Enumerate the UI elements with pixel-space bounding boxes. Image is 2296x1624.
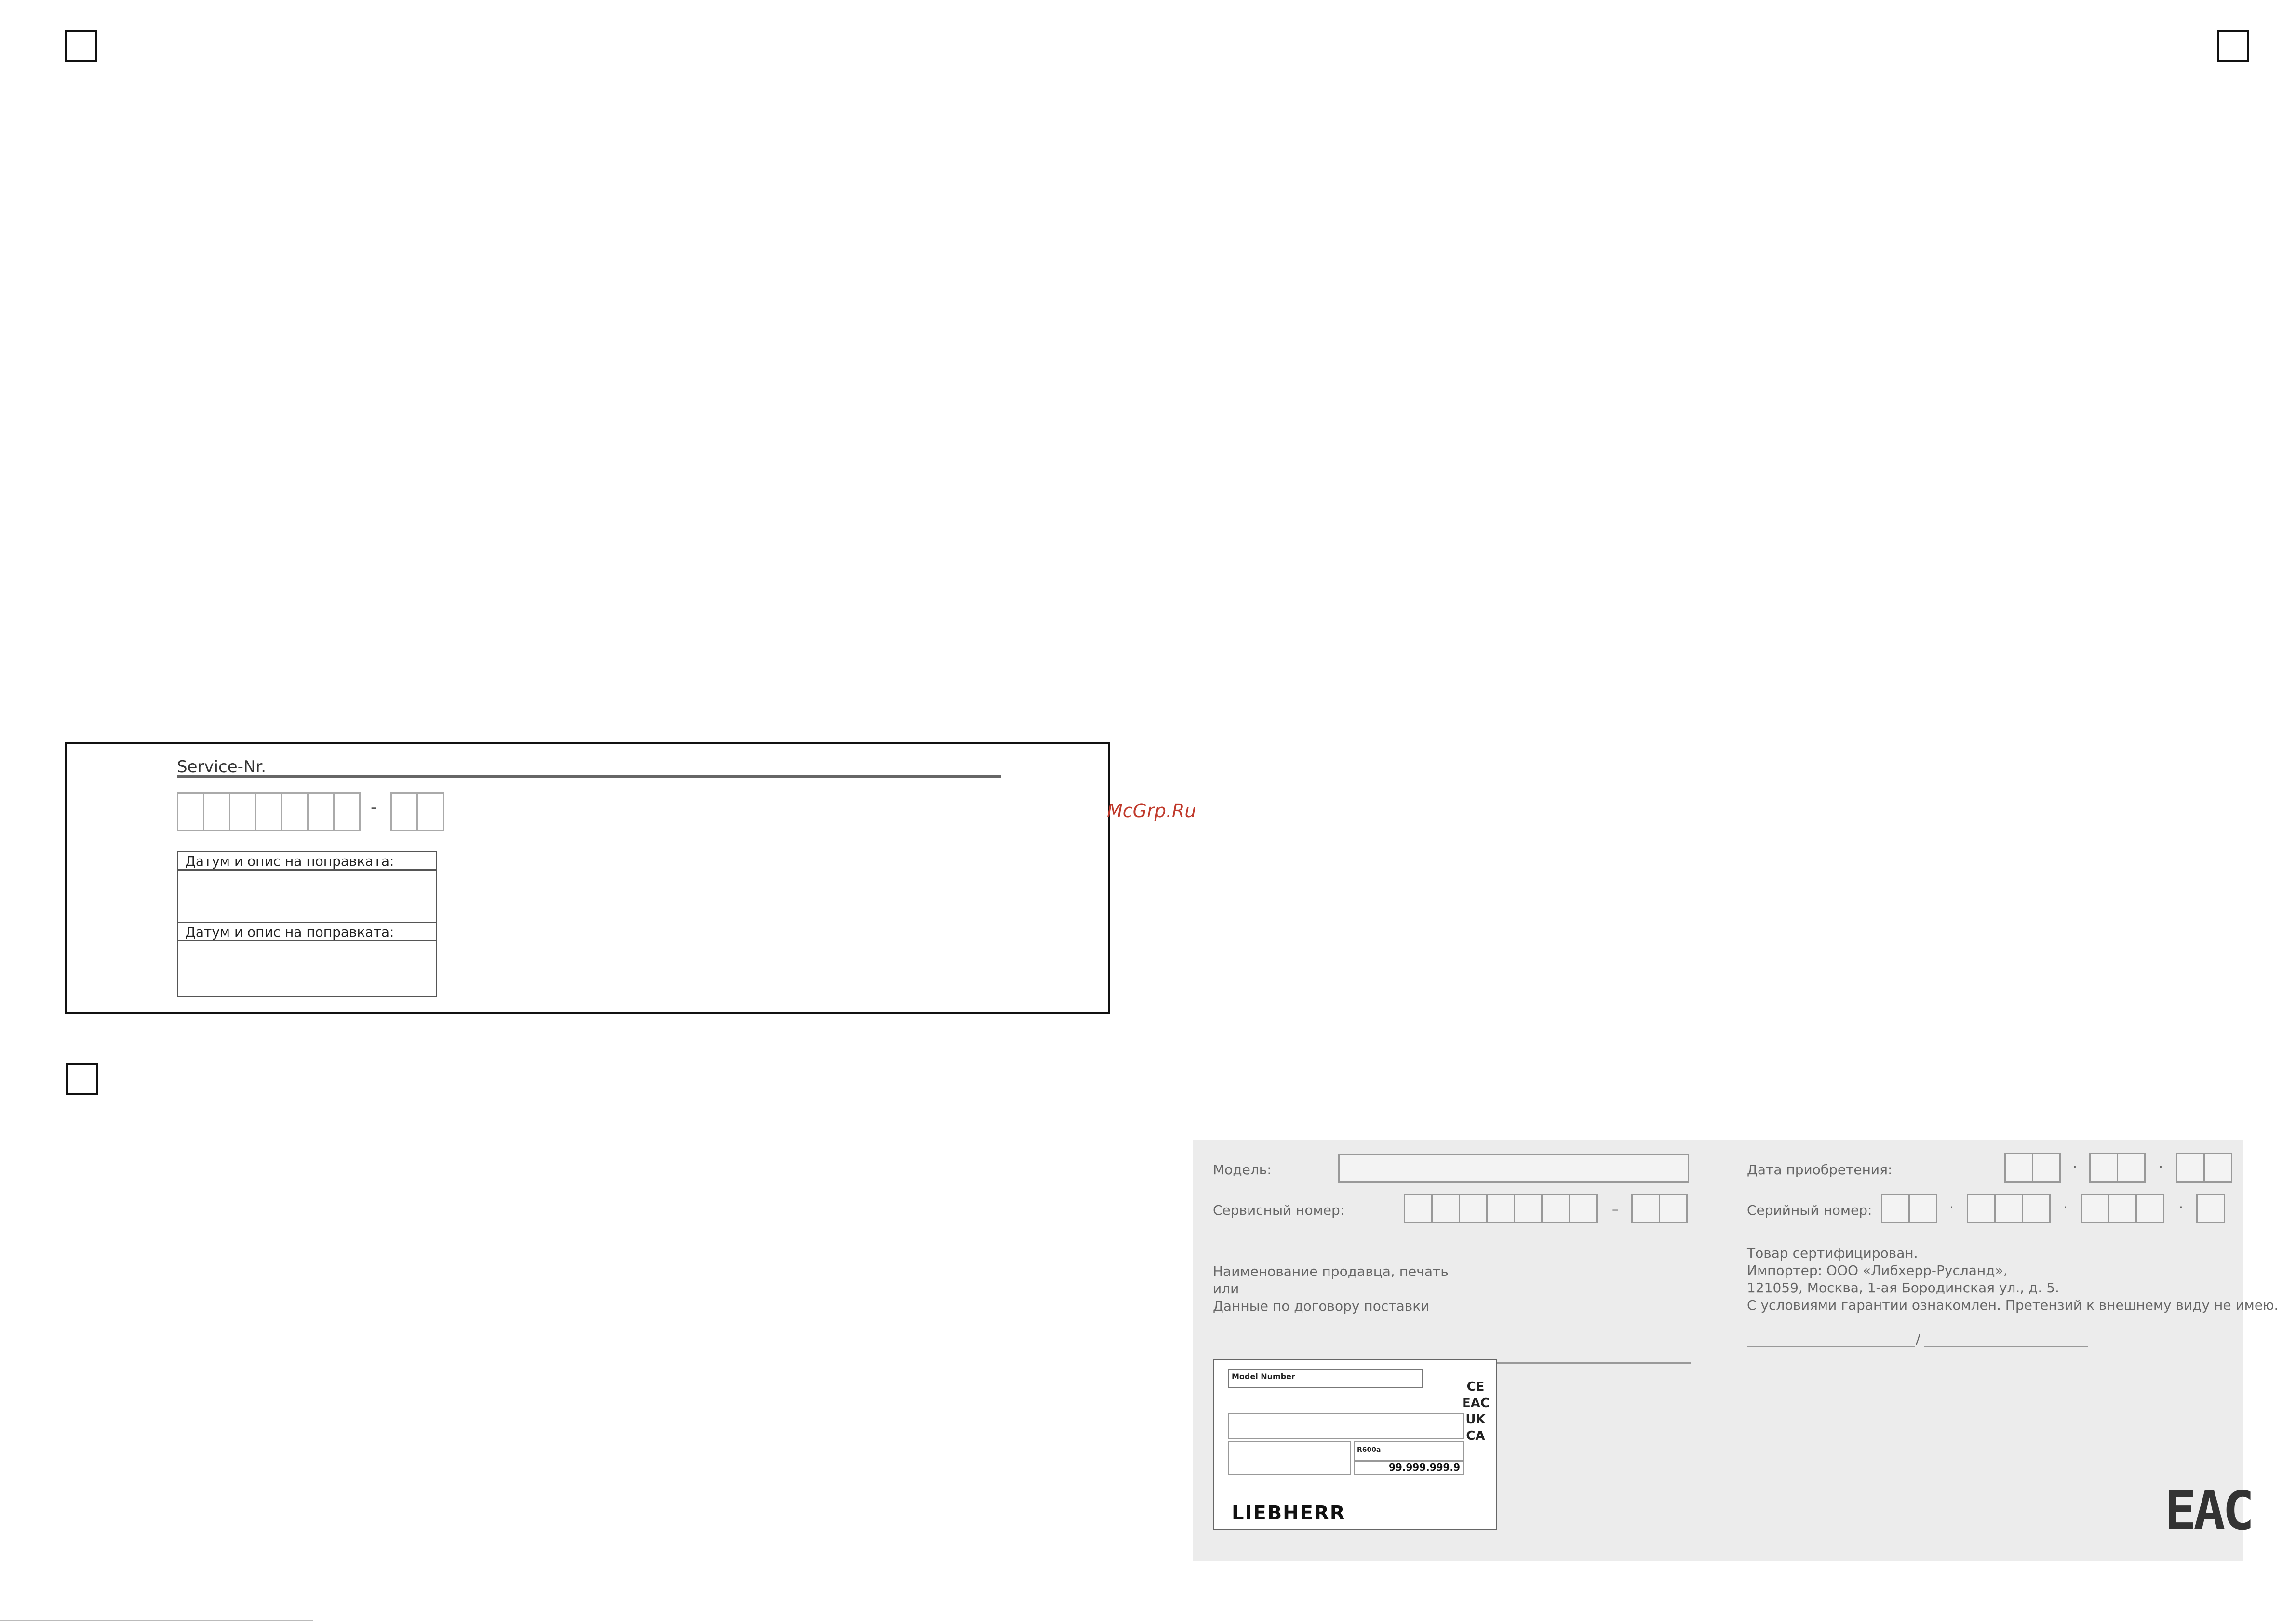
digit-cell[interactable] bbox=[307, 792, 335, 831]
corner-mark-top-left bbox=[65, 30, 97, 62]
digit-cell[interactable] bbox=[416, 792, 444, 831]
service-number-label: Сервисный номер: bbox=[1213, 1202, 1345, 1218]
date-separator: · bbox=[2073, 1159, 2077, 1175]
customer-signature-line[interactable] bbox=[1747, 1346, 1915, 1347]
purchase-date-label: Дата приобретения: bbox=[1747, 1162, 1893, 1178]
digit-cell[interactable] bbox=[1431, 1194, 1460, 1223]
corner-mark-middle-left bbox=[66, 1063, 98, 1095]
model-number-field: Model Number bbox=[1228, 1369, 1423, 1388]
digit-cell[interactable] bbox=[1486, 1194, 1515, 1223]
digit-cell[interactable] bbox=[2032, 1153, 2061, 1183]
digit-cell[interactable] bbox=[203, 792, 230, 831]
uk-mark-icon: UK bbox=[1465, 1412, 1486, 1427]
seller-line: Данные по договору поставки bbox=[1213, 1298, 1430, 1314]
eac-logo-icon: EAC bbox=[2164, 1480, 2255, 1542]
warranty-card: Модель: Сервисный номер: – Наименование … bbox=[1193, 1140, 2278, 1561]
digit-cell[interactable] bbox=[2108, 1194, 2137, 1223]
digit-cell[interactable] bbox=[1404, 1194, 1433, 1223]
service-number-digits bbox=[177, 792, 361, 831]
serial-separator: · bbox=[2179, 1199, 2183, 1215]
digit-cell[interactable] bbox=[1994, 1194, 2023, 1223]
cert-line: С условиями гарантии ознакомлен. Претенз… bbox=[1747, 1297, 2279, 1313]
corner-mark-top-right bbox=[2217, 30, 2249, 62]
cert-line: Товар сертифицирован. bbox=[1747, 1245, 1918, 1261]
digit-cell[interactable] bbox=[1459, 1194, 1488, 1223]
digit-cell[interactable] bbox=[1541, 1194, 1570, 1223]
digit-cell[interactable] bbox=[1514, 1194, 1543, 1223]
serial-number-group-2 bbox=[1967, 1194, 2051, 1223]
digit-cell[interactable] bbox=[333, 792, 361, 831]
serial-number-group-1 bbox=[1881, 1194, 1937, 1223]
digit-cell[interactable] bbox=[1631, 1194, 1660, 1223]
seller-info: Наименование продавца, печать или Данные… bbox=[1213, 1263, 1449, 1315]
purchase-date-year bbox=[2176, 1153, 2232, 1183]
date-separator: · bbox=[2159, 1159, 2163, 1175]
digit-cell[interactable] bbox=[177, 792, 204, 831]
purchase-date-month bbox=[2089, 1153, 2146, 1183]
service-number-dash: - bbox=[371, 798, 377, 817]
serial-separator: · bbox=[2063, 1199, 2068, 1215]
digit-cell[interactable] bbox=[281, 792, 309, 831]
plate-spec-table bbox=[1228, 1441, 1351, 1475]
digit-cell[interactable] bbox=[229, 792, 256, 831]
serial-separator: · bbox=[1949, 1199, 1954, 1215]
watermark: McGrp.Ru bbox=[1107, 800, 1196, 821]
digit-cell[interactable] bbox=[2135, 1194, 2164, 1223]
certification-info: Товар сертифицирован. Импортер: ООО «Либ… bbox=[1747, 1245, 2278, 1314]
purchase-date-day bbox=[2004, 1153, 2061, 1183]
bottom-rule bbox=[0, 1620, 313, 1621]
service-card: Service-Nr. - Датум и опис на поправката… bbox=[65, 742, 1110, 1014]
digit-cell[interactable] bbox=[1967, 1194, 1996, 1223]
digit-cell[interactable] bbox=[1569, 1194, 1598, 1223]
plate-spec-table bbox=[1228, 1413, 1464, 1439]
customer-name-line[interactable] bbox=[1924, 1346, 2088, 1347]
repair-label: Датум и опис на поправката: bbox=[178, 923, 436, 941]
serial-number-label: Серийный номер: bbox=[1747, 1202, 1872, 1218]
service-number-suffix-digits bbox=[390, 792, 444, 831]
eac-mark-icon: EAC bbox=[1462, 1396, 1490, 1410]
brand-logo: LIEBHERR bbox=[1232, 1502, 1346, 1524]
service-number-underline bbox=[177, 775, 1001, 778]
plate-serial: 99.999.999.9 bbox=[1354, 1461, 1464, 1475]
certification-marks: CE EAC UK CA bbox=[1462, 1379, 1490, 1444]
seller-line: или bbox=[1213, 1281, 1239, 1297]
digit-cell[interactable] bbox=[2022, 1194, 2051, 1223]
repair-record-1: Датум и опис на поправката: bbox=[177, 851, 437, 923]
service-number-dash: – bbox=[1612, 1201, 1619, 1217]
cert-line: 121059, Москва, 1-ая Бородинская ул., д.… bbox=[1747, 1280, 2059, 1296]
digit-cell[interactable] bbox=[1881, 1194, 1910, 1223]
model-label: Модель: bbox=[1213, 1162, 1272, 1178]
cert-line: Импортер: ООО «Либхерр-Русланд», bbox=[1747, 1262, 2008, 1278]
digit-cell[interactable] bbox=[2196, 1194, 2225, 1223]
service-number-cells bbox=[1404, 1194, 1598, 1223]
repair-label: Датум и опис на поправката: bbox=[178, 852, 436, 871]
refrigerant-field: R600a bbox=[1354, 1441, 1464, 1461]
digit-cell[interactable] bbox=[2176, 1153, 2205, 1183]
digit-cell[interactable] bbox=[1659, 1194, 1688, 1223]
model-field[interactable] bbox=[1338, 1154, 1689, 1183]
signature-slash: / bbox=[1916, 1331, 1920, 1347]
digit-cell[interactable] bbox=[390, 792, 418, 831]
digit-cell[interactable] bbox=[2081, 1194, 2109, 1223]
service-number-title: Service-Nr. bbox=[177, 757, 267, 777]
digit-cell[interactable] bbox=[2117, 1153, 2146, 1183]
seller-line: Наименование продавца, печать bbox=[1213, 1263, 1449, 1279]
digit-cell[interactable] bbox=[2004, 1153, 2033, 1183]
digit-cell[interactable] bbox=[2203, 1153, 2232, 1183]
service-number-suffix-cells bbox=[1631, 1194, 1688, 1223]
serial-number-group-3 bbox=[2081, 1194, 2164, 1223]
digit-cell[interactable] bbox=[255, 792, 282, 831]
ca-mark-icon: CA bbox=[1466, 1429, 1485, 1443]
serial-number-group-4 bbox=[2196, 1194, 2225, 1223]
digit-cell[interactable] bbox=[1908, 1194, 1937, 1223]
ce-mark-icon: CE bbox=[1466, 1380, 1485, 1394]
digit-cell[interactable] bbox=[2089, 1153, 2118, 1183]
repair-record-2: Датум и опис на поправката: bbox=[177, 922, 437, 997]
rating-plate: Model Number CE EAC UK CA R600a 99.999.9… bbox=[1213, 1359, 1497, 1530]
